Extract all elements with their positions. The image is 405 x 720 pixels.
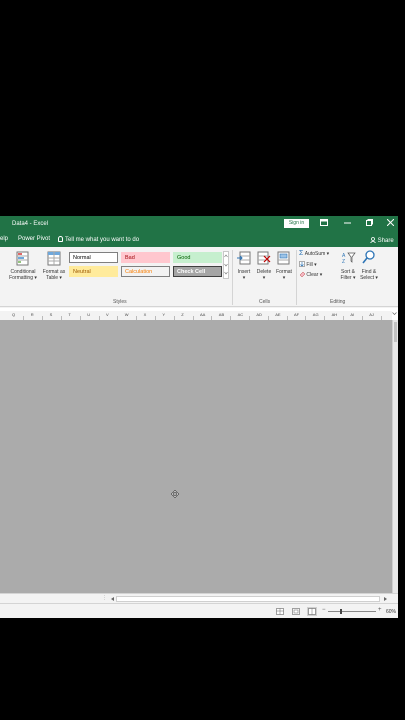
tab-power-pivot[interactable]: Power Pivot: [18, 236, 50, 242]
scroll-right-icon[interactable]: [383, 596, 388, 602]
format-button[interactable]: Format ▾: [274, 269, 294, 281]
zoom-slider[interactable]: [328, 609, 376, 614]
column-header[interactable]: X: [144, 312, 147, 317]
column-header[interactable]: AH: [332, 312, 338, 317]
delete-button[interactable]: Delete ▾: [254, 269, 274, 281]
fill-label: Fill ▾: [306, 262, 317, 268]
column-header[interactable]: AD: [256, 312, 262, 317]
column-header[interactable]: T: [68, 312, 70, 317]
group-label-editing: Editing: [330, 299, 346, 305]
expand-formula-bar-icon[interactable]: [392, 311, 397, 316]
column-header[interactable]: S: [50, 312, 53, 317]
style-bad[interactable]: Bad: [121, 252, 170, 263]
conditional-formatting-icon[interactable]: [16, 251, 30, 267]
sort-filter-button[interactable]: Sort & Filter ▾: [338, 269, 358, 281]
zoom-in-button[interactable]: +: [378, 607, 382, 613]
normal-view-icon[interactable]: [276, 608, 284, 615]
move-cursor-icon: [171, 490, 179, 498]
close-icon[interactable]: [386, 218, 395, 229]
sort-filter-icon[interactable]: A Z: [342, 251, 356, 265]
column-header[interactable]: AG: [313, 312, 319, 317]
sign-in-button[interactable]: Sign in: [284, 219, 309, 228]
fill-button[interactable]: Fill ▾: [299, 261, 317, 268]
clear-button[interactable]: Clear ▾: [299, 271, 322, 278]
autosum-button[interactable]: Σ AutoSum ▾: [299, 250, 330, 257]
restore-icon[interactable]: [366, 219, 373, 229]
column-header[interactable]: AI: [350, 312, 354, 317]
column-header[interactable]: AE: [275, 312, 280, 317]
person-icon: [370, 237, 376, 244]
sheet-tab-splitter[interactable]: ⋮: [102, 595, 107, 601]
style-check-cell[interactable]: Check Cell: [173, 266, 222, 277]
ribbon-home: Conditional Formatting ▾ Format as Table…: [0, 247, 398, 307]
page-break-preview-icon[interactable]: [307, 607, 317, 616]
share-label: Share: [377, 238, 394, 244]
column-header[interactable]: V: [106, 312, 109, 317]
column-header[interactable]: AF: [294, 312, 299, 317]
insert-cells-icon[interactable]: [237, 251, 251, 265]
fill-down-icon: [299, 261, 305, 267]
column-header[interactable]: AB: [219, 312, 224, 317]
page-layout-view-icon[interactable]: [292, 608, 300, 615]
vertical-scroll-thumb[interactable]: [394, 322, 397, 342]
group-separator: [232, 250, 233, 305]
zoom-level[interactable]: 60%: [386, 609, 396, 615]
excel-window: Data4 - Excel Sign in elp Power Pivot Te…: [0, 216, 398, 618]
style-normal[interactable]: Normal: [69, 252, 118, 263]
group-separator: [296, 250, 297, 305]
vertical-scrollbar[interactable]: [392, 320, 398, 593]
zoom-slider-thumb[interactable]: [340, 609, 342, 614]
column-header[interactable]: Q: [12, 312, 15, 317]
style-good[interactable]: Good: [173, 252, 222, 263]
window-title: Data4 - Excel: [12, 221, 49, 227]
sigma-icon: Σ: [299, 250, 304, 257]
column-header[interactable]: Y: [162, 312, 165, 317]
styles-gallery-scroller[interactable]: [223, 251, 229, 279]
minimize-icon[interactable]: [344, 219, 351, 229]
worksheet-grid[interactable]: [0, 320, 392, 593]
status-bar: − + 60%: [0, 603, 398, 618]
format-as-table-button[interactable]: Format as Table ▾: [40, 269, 68, 281]
tell-me-box[interactable]: Tell me what you want to do: [58, 236, 139, 243]
style-calculation[interactable]: Calculation: [121, 266, 170, 277]
share-button[interactable]: Share: [370, 237, 394, 244]
conditional-formatting-button[interactable]: Conditional Formatting ▾: [5, 269, 41, 281]
horizontal-scrollbar[interactable]: [116, 596, 380, 602]
lightbulb-icon: [58, 236, 63, 242]
column-header[interactable]: AA: [200, 312, 205, 317]
group-label-cells: Cells: [259, 299, 271, 305]
column-header[interactable]: Z: [181, 312, 183, 317]
clear-label: Clear ▾: [306, 272, 323, 278]
ribbon-display-options-icon[interactable]: [320, 219, 328, 229]
find-select-icon[interactable]: [362, 250, 376, 265]
style-neutral[interactable]: Neutral: [69, 266, 118, 277]
format-cells-icon[interactable]: [277, 251, 291, 265]
format-as-table-icon[interactable]: [47, 251, 61, 267]
scroll-left-icon[interactable]: [110, 596, 115, 602]
delete-cells-icon[interactable]: [257, 251, 271, 265]
column-header[interactable]: W: [125, 312, 129, 317]
tell-me-text: Tell me what you want to do: [65, 237, 140, 243]
tab-help[interactable]: elp: [0, 236, 8, 242]
svg-text:Z: Z: [342, 259, 345, 265]
autosum-label: AutoSum ▾: [304, 251, 330, 257]
find-select-button[interactable]: Find & Select ▾: [358, 269, 380, 281]
column-header[interactable]: R: [31, 312, 34, 317]
column-header[interactable]: U: [87, 312, 90, 317]
column-header[interactable]: AC: [238, 312, 244, 317]
eraser-icon: [299, 271, 306, 278]
title-bar: Data4 - Excel Sign in: [0, 216, 398, 232]
group-label-styles: Styles: [113, 299, 127, 305]
zoom-out-button[interactable]: −: [322, 607, 326, 613]
insert-button[interactable]: Insert ▾: [234, 269, 254, 281]
column-header[interactable]: AJ: [369, 312, 374, 317]
ribbon-tab-bar: elp Power Pivot Tell me what you want to…: [0, 232, 398, 247]
